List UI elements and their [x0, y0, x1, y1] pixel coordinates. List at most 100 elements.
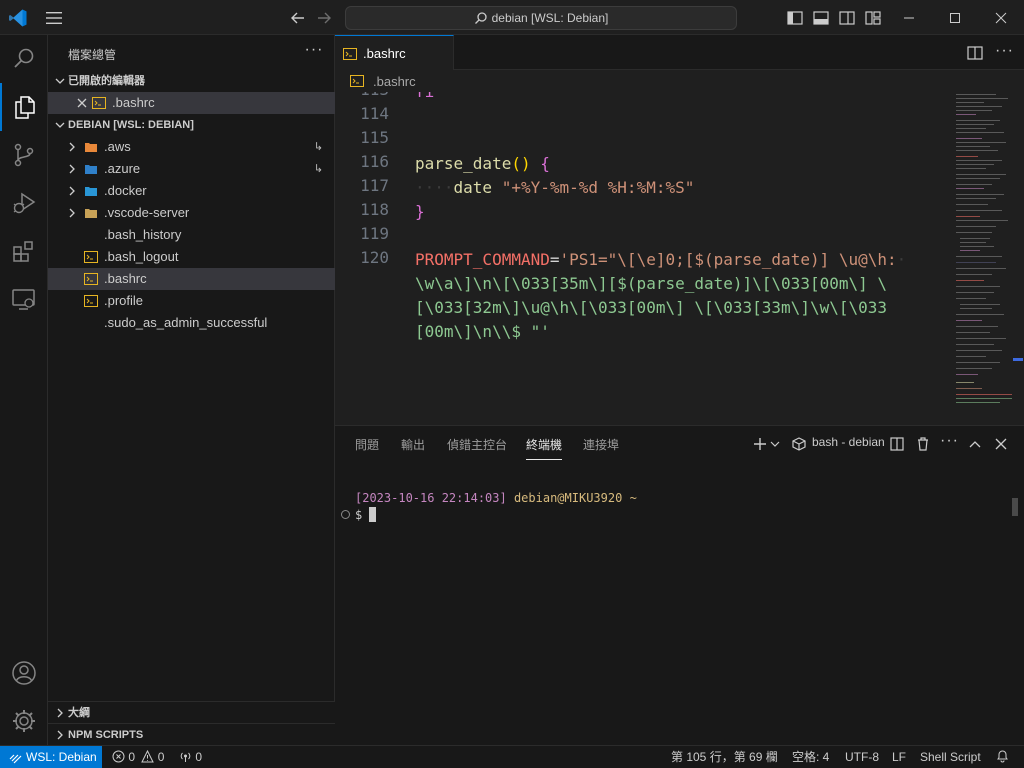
breadcrumb-item[interactable]: .bashrc: [373, 74, 416, 89]
folder-header[interactable]: DEBIAN [WSL: DEBIAN]: [48, 114, 335, 136]
open-editors-label: 已開啟的編輯器: [68, 75, 145, 87]
gear-icon: [13, 710, 35, 732]
terminal-shell-label[interactable]: bash - debian: [812, 435, 885, 449]
new-terminal-icon[interactable]: [751, 435, 769, 453]
error-count: 0: [128, 750, 136, 764]
code-token: [\033[32m\]\u@\h\[\033[00m\] \[\033[33m\…: [415, 298, 888, 317]
tab-output[interactable]: 輸出: [401, 436, 425, 453]
command-center-search[interactable]: debian [WSL: Debian]: [345, 6, 737, 30]
code-editor[interactable]: 113 114 115 116 117 118 119 120 fi parse…: [335, 92, 1024, 425]
back-arrow-icon[interactable]: [289, 9, 307, 27]
tree-item-docker[interactable]: .docker: [48, 180, 335, 202]
close-window-button[interactable]: [978, 0, 1024, 35]
code-token: "+%Y-%m-%d %H:%M:%S": [501, 178, 695, 197]
tree-item-bash-logout[interactable]: .bash_logout: [48, 246, 335, 268]
line-number: 113: [360, 92, 389, 99]
editor-more-actions-button[interactable]: ···: [995, 43, 1013, 62]
remote-indicator[interactable]: WSL: Debian: [0, 746, 102, 768]
activity-source-control[interactable]: [0, 131, 48, 179]
minimize-button[interactable]: [886, 0, 932, 35]
activity-bar: [0, 35, 48, 745]
language-mode[interactable]: Shell Script: [920, 746, 981, 768]
trash-icon[interactable]: [914, 435, 932, 453]
run-debug-icon: [13, 192, 36, 214]
terminal-scrollbar[interactable]: [1012, 498, 1018, 516]
code-token: (): [511, 154, 531, 173]
tab-problems[interactable]: 問題: [355, 436, 379, 453]
chevron-right-icon: [57, 708, 63, 718]
tree-item-azure[interactable]: .azure ↳: [48, 158, 335, 180]
sidebar-title: 檔案總管: [68, 48, 117, 62]
close-icon[interactable]: [74, 95, 90, 111]
activity-accounts[interactable]: [0, 649, 48, 697]
toggle-panel-icon[interactable]: [812, 9, 830, 27]
toggle-secondary-sidebar-icon[interactable]: [838, 9, 856, 27]
chevron-right-icon: [57, 730, 63, 740]
broadcast-icon: [180, 752, 191, 762]
tree-item-vscode-server[interactable]: .vscode-server: [48, 202, 335, 224]
npm-scripts-header[interactable]: NPM SCRIPTS: [48, 723, 335, 745]
remote-icon: [9, 754, 22, 764]
activity-extensions[interactable]: [0, 227, 48, 275]
code-token: ·: [896, 250, 907, 269]
tree-item-label: .bash_logout: [104, 249, 179, 264]
indentation[interactable]: 空格: 4: [792, 746, 829, 768]
tree-item-sudo-as-admin[interactable]: .sudo_as_admin_successful: [48, 312, 335, 334]
outline-header[interactable]: 大綱: [48, 701, 335, 723]
tree-item-bashrc[interactable]: .bashrc: [48, 268, 335, 290]
code-token: fi: [415, 92, 434, 101]
maximize-icon: [950, 12, 960, 23]
maximize-button[interactable]: [932, 0, 978, 35]
customize-layout-icon[interactable]: [864, 9, 882, 27]
aws-folder-icon: [85, 143, 97, 152]
close-panel-icon[interactable]: [992, 435, 1010, 453]
shell-file-icon: [343, 48, 357, 60]
activity-search[interactable]: [0, 35, 48, 83]
tab-label: .bashrc: [363, 46, 406, 61]
line-number-gutter: 113 114 115 116 117 118 119 120: [335, 92, 405, 425]
tab-ports[interactable]: 連接埠: [583, 436, 619, 453]
breadcrumb: .bashrc: [335, 70, 1024, 92]
line-number: 120: [360, 248, 389, 267]
chevron-down-icon[interactable]: [769, 435, 781, 453]
split-terminal-icon[interactable]: [888, 435, 906, 453]
command-decoration-icon[interactable]: [341, 510, 350, 519]
panel-more-actions-button[interactable]: ···: [940, 433, 958, 453]
problems-indicator[interactable]: 0 0: [112, 746, 164, 768]
open-editor-item[interactable]: .bashrc: [48, 92, 335, 114]
minimap[interactable]: [952, 92, 1024, 425]
tree-item-aws[interactable]: .aws ↳: [48, 136, 335, 158]
code-line: PROMPT_COMMAND='PS1="\[\e]0;[$(parse_dat…: [415, 248, 906, 272]
symlink-icon: ↳: [313, 141, 323, 153]
activity-remote-explorer[interactable]: [0, 275, 48, 323]
split-editor-icon[interactable]: [966, 44, 984, 62]
forward-arrow-icon[interactable]: [315, 9, 333, 27]
terminal-prompt: $: [355, 508, 363, 522]
more-actions-button[interactable]: ···: [304, 42, 324, 63]
cursor-position[interactable]: 第 105 行，第 69 欄: [671, 746, 778, 768]
code-line: [00m\]\n\\$ "': [415, 320, 550, 344]
tree-item-label: .bash_history: [104, 227, 182, 242]
terminal-profile-icon: [792, 437, 806, 451]
menu-icon[interactable]: [44, 9, 64, 27]
remote-explorer-icon: [12, 289, 35, 310]
encoding[interactable]: UTF-8: [845, 746, 879, 768]
activity-manage[interactable]: [0, 697, 48, 745]
notifications-button[interactable]: [996, 746, 1009, 768]
tab-bashrc[interactable]: .bashrc: [335, 35, 454, 70]
activity-explorer[interactable]: [0, 83, 48, 131]
ports-indicator[interactable]: 0: [179, 746, 202, 768]
open-editors-header[interactable]: 已開啟的編輯器: [48, 70, 335, 92]
tab-debug-console[interactable]: 偵錯主控台: [447, 436, 507, 453]
maximize-panel-icon[interactable]: [966, 435, 984, 453]
end-of-line[interactable]: LF: [892, 746, 906, 768]
toggle-primary-sidebar-icon[interactable]: [786, 9, 804, 27]
activity-run-debug[interactable]: [0, 179, 48, 227]
tree-item-bash-history[interactable]: .bash_history: [48, 224, 335, 246]
warning-icon: [141, 749, 155, 763]
code-line: \w\a\]\n\[\033[35m\][$(parse_date)]\[\03…: [415, 272, 887, 296]
tab-terminal[interactable]: 終端機: [526, 436, 563, 460]
tree-item-profile[interactable]: .profile: [48, 290, 335, 312]
line-number: 114: [360, 104, 389, 123]
terminal-output[interactable]: [2023-10-16 22:14:03] debian@MIKU3920 ~ …: [355, 490, 637, 524]
